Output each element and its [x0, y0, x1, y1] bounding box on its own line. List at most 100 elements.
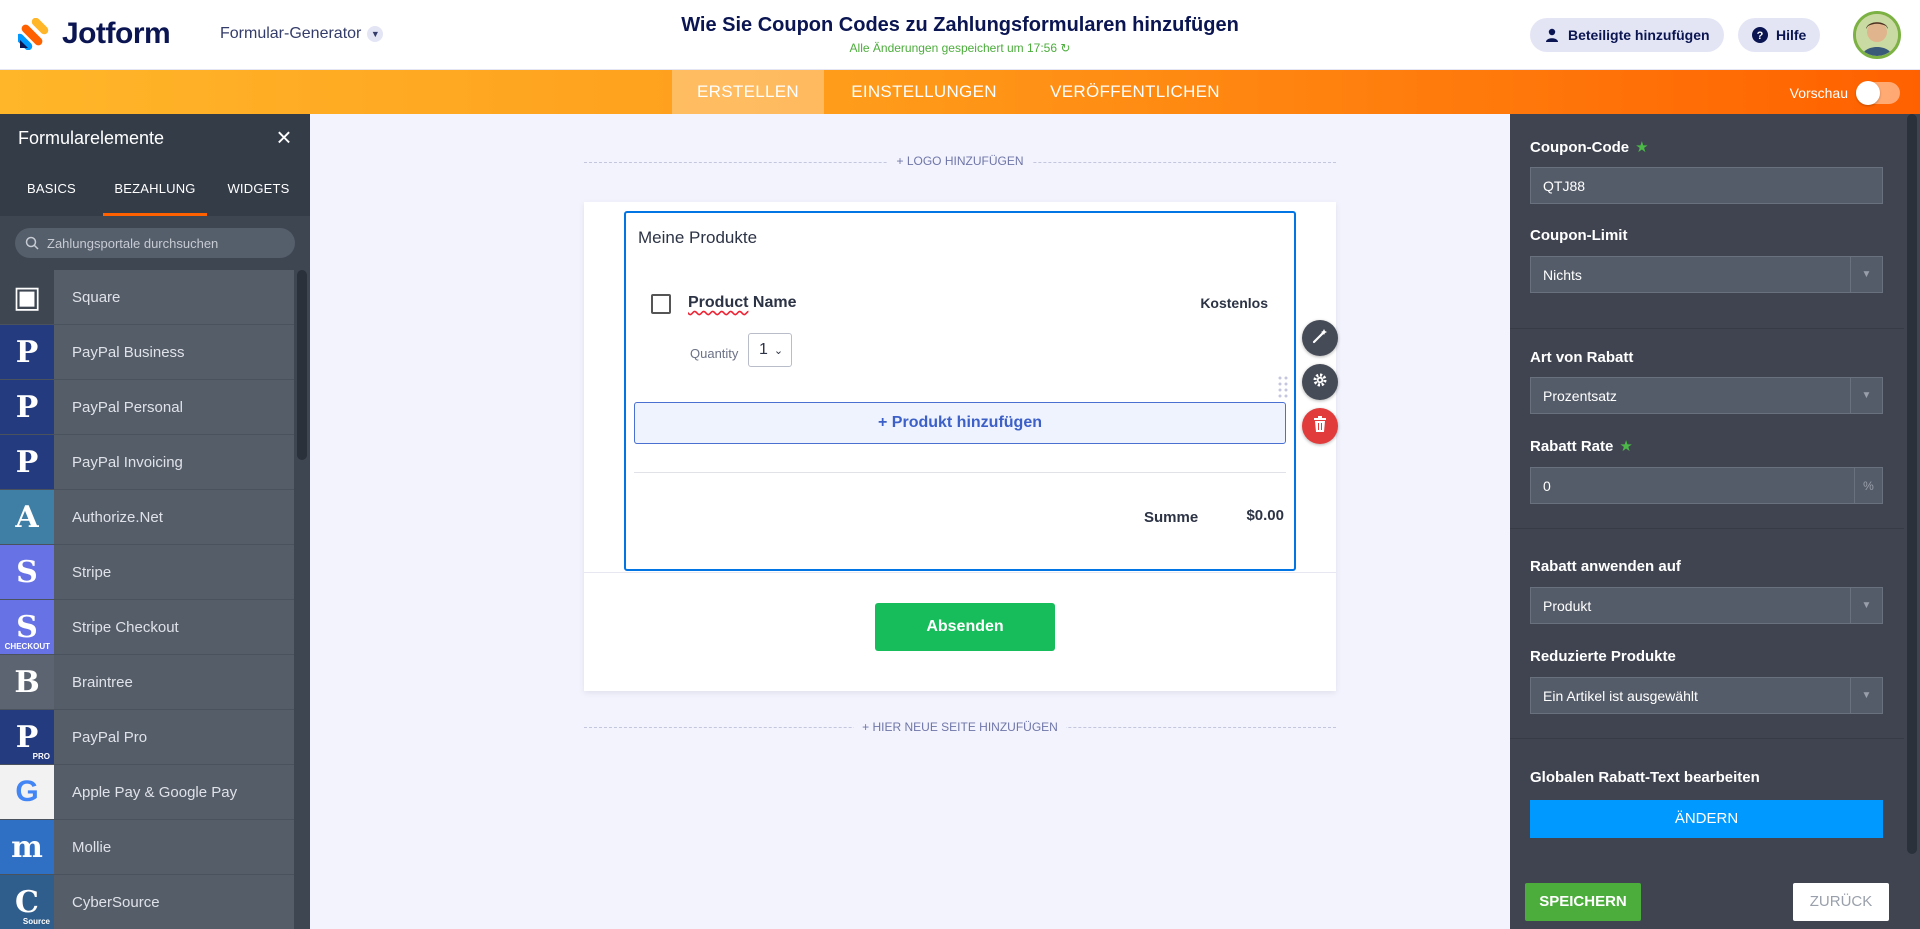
icon-subtext: Source — [22, 917, 50, 926]
change-button[interactable]: ÄNDERN — [1530, 800, 1883, 838]
help-label: Hilfe — [1776, 27, 1807, 43]
avatar[interactable] — [1853, 11, 1901, 59]
divider — [634, 472, 1286, 473]
widget-title[interactable]: Meine Produkte — [638, 228, 757, 248]
delete-button[interactable] — [1302, 408, 1338, 444]
payment-item-label: Authorize.Net — [72, 508, 163, 526]
caret-down-icon: ▼ — [1850, 378, 1882, 413]
builder-nav: ERSTELLEN EINSTELLUNGEN VERÖFFENTLICHEN … — [0, 70, 1920, 114]
tab-veroeffentlichen[interactable]: VERÖFFENTLICHEN — [1040, 70, 1230, 114]
icon-glyph: ▣ — [12, 279, 42, 315]
reduced-products-value: Ein Artikel ist ausgewählt — [1543, 687, 1698, 704]
preview-toggle-area: Vorschau — [1789, 81, 1900, 105]
payment-item-cybersource[interactable]: C Source CyberSource — [0, 875, 294, 929]
settings-button[interactable] — [1302, 364, 1338, 400]
caret-down-icon: ▼ — [1850, 588, 1882, 623]
square-icon: ▣ — [0, 270, 54, 324]
quantity-select[interactable]: 1 ⌄ — [748, 333, 792, 367]
back-button[interactable]: ZURÜCK — [1793, 883, 1889, 921]
product-price: Kostenlos — [1200, 295, 1268, 311]
form-generator-dropdown[interactable]: Formular-Generator ▼ — [220, 25, 384, 43]
help-button[interactable]: ? Hilfe — [1738, 18, 1821, 52]
apply-to-label: Rabatt anwenden auf — [1530, 558, 1681, 575]
coupon-code-label: Coupon-Code ★ — [1530, 138, 1649, 156]
section-divider — [1510, 738, 1904, 739]
tab-bezahlung[interactable]: BEZAHLUNG — [103, 162, 207, 216]
payment-item-label: Stripe Checkout — [72, 618, 179, 636]
apply-to-select[interactable]: Produkt ▼ — [1530, 587, 1883, 624]
paypal-business-icon: P — [0, 325, 54, 379]
submit-button[interactable]: Absenden — [875, 603, 1055, 651]
chevron-down-icon: ▼ — [367, 26, 384, 42]
payment-item-square[interactable]: ▣ Square — [0, 270, 294, 325]
payment-item-apple-google-pay[interactable]: G Apple Pay & Google Pay — [0, 765, 294, 820]
card-divider — [584, 572, 1336, 573]
payment-item-authorize-net[interactable]: A Authorize.Net — [0, 490, 294, 545]
discount-type-select[interactable]: Prozentsatz ▼ — [1530, 377, 1883, 414]
tab-basics[interactable]: BASICS — [0, 162, 103, 216]
icon-glyph: P — [15, 444, 39, 480]
payment-item-stripe[interactable]: S Stripe — [0, 545, 294, 600]
invite-button[interactable]: Beteiligte hinzufügen — [1530, 18, 1724, 52]
payment-item-stripe-checkout[interactable]: S CHECKOUT Stripe Checkout — [0, 600, 294, 655]
product-checkbox[interactable] — [651, 294, 671, 314]
form-title-area: Wie Sie Coupon Codes zu Zahlungsformular… — [560, 14, 1360, 55]
icon-glyph: B — [14, 664, 40, 700]
form-title[interactable]: Wie Sie Coupon Codes zu Zahlungsformular… — [560, 14, 1360, 37]
coupon-limit-select[interactable]: Nichts ▼ — [1530, 256, 1883, 293]
payment-item-paypal-pro[interactable]: P PRO PayPal Pro — [0, 710, 294, 765]
toggle-knob — [1856, 81, 1880, 105]
braintree-icon: B — [0, 655, 54, 709]
payment-item-label: Braintree — [72, 673, 133, 691]
percent-unit: % — [1854, 468, 1882, 503]
payment-item-label: Square — [72, 288, 121, 306]
product-list-widget[interactable]: Meine Produkte Product Name Kostenlos Qu… — [624, 211, 1296, 571]
mollie-icon: m — [0, 820, 54, 874]
tab-einstellungen[interactable]: EINSTELLUNGEN — [836, 70, 1012, 114]
payment-item-paypal-invoicing[interactable]: P PayPal Invoicing — [0, 435, 294, 490]
payment-item-label: PayPal Invoicing — [72, 453, 183, 471]
payment-item-paypal-business[interactable]: P PayPal Business — [0, 325, 294, 380]
payment-item-label: PayPal Business — [72, 343, 185, 361]
reduced-products-select[interactable]: Ein Artikel ist ausgewählt ▼ — [1530, 677, 1883, 714]
payment-item-label: Mollie — [72, 838, 112, 856]
magic-wand-icon — [1312, 328, 1328, 349]
drag-handle-icon[interactable] — [1278, 375, 1288, 399]
payment-search-input[interactable]: Zahlungsportale durchsuchen — [15, 228, 295, 258]
rate-value: 0 — [1543, 477, 1551, 494]
scrollbar-thumb[interactable] — [1907, 114, 1917, 854]
top-header: Jotform Formular-Generator ▼ Wie Sie Cou… — [0, 0, 1920, 70]
rate-input[interactable]: 0% — [1530, 467, 1883, 504]
logo-text: Jotform — [62, 17, 171, 50]
discount-type-label: Art von Rabatt — [1530, 349, 1634, 366]
add-page-label: + HIER NEUE SEITE HINZUFÜGEN — [854, 720, 1066, 734]
preview-toggle[interactable] — [1856, 81, 1900, 105]
icon-glyph: S — [16, 554, 38, 590]
add-product-button[interactable]: + Produkt hinzufügen — [634, 402, 1286, 444]
save-button[interactable]: SPEICHERN — [1525, 883, 1641, 921]
icon-subtext: CHECKOUT — [4, 642, 50, 651]
payment-item-paypal-personal[interactable]: P PayPal Personal — [0, 380, 294, 435]
payment-item-mollie[interactable]: m Mollie — [0, 820, 294, 875]
save-status: Alle Änderungen gespeichert um 17:56 ↻ — [560, 41, 1360, 55]
payment-item-braintree[interactable]: B Braintree — [0, 655, 294, 710]
reduced-products-label: Reduzierte Produkte — [1530, 648, 1676, 665]
close-icon[interactable]: × — [272, 124, 296, 150]
jotform-logo[interactable]: Jotform — [15, 16, 171, 52]
preview-label: Vorschau — [1789, 85, 1848, 101]
coupon-code-input[interactable]: QTJ88 — [1530, 167, 1883, 204]
tab-widgets[interactable]: WIDGETS — [207, 162, 310, 216]
trash-icon — [1313, 415, 1327, 437]
coupon-code-label-text: Coupon-Code — [1530, 139, 1630, 156]
icon-glyph: C — [15, 884, 39, 920]
panel-scrollbar[interactable] — [294, 270, 310, 929]
wand-button[interactable] — [1302, 320, 1338, 356]
authorize-net-icon: A — [0, 490, 54, 544]
scrollbar-thumb[interactable] — [297, 270, 307, 460]
icon-glyph: P — [15, 334, 39, 370]
add-logo-label: + LOGO HINZUFÜGEN — [888, 154, 1032, 168]
tab-erstellen[interactable]: ERSTELLEN — [672, 70, 824, 114]
panel-scrollbar[interactable] — [1904, 114, 1920, 929]
quantity-value: 1 — [759, 341, 768, 358]
stripe-icon: S — [0, 545, 54, 599]
